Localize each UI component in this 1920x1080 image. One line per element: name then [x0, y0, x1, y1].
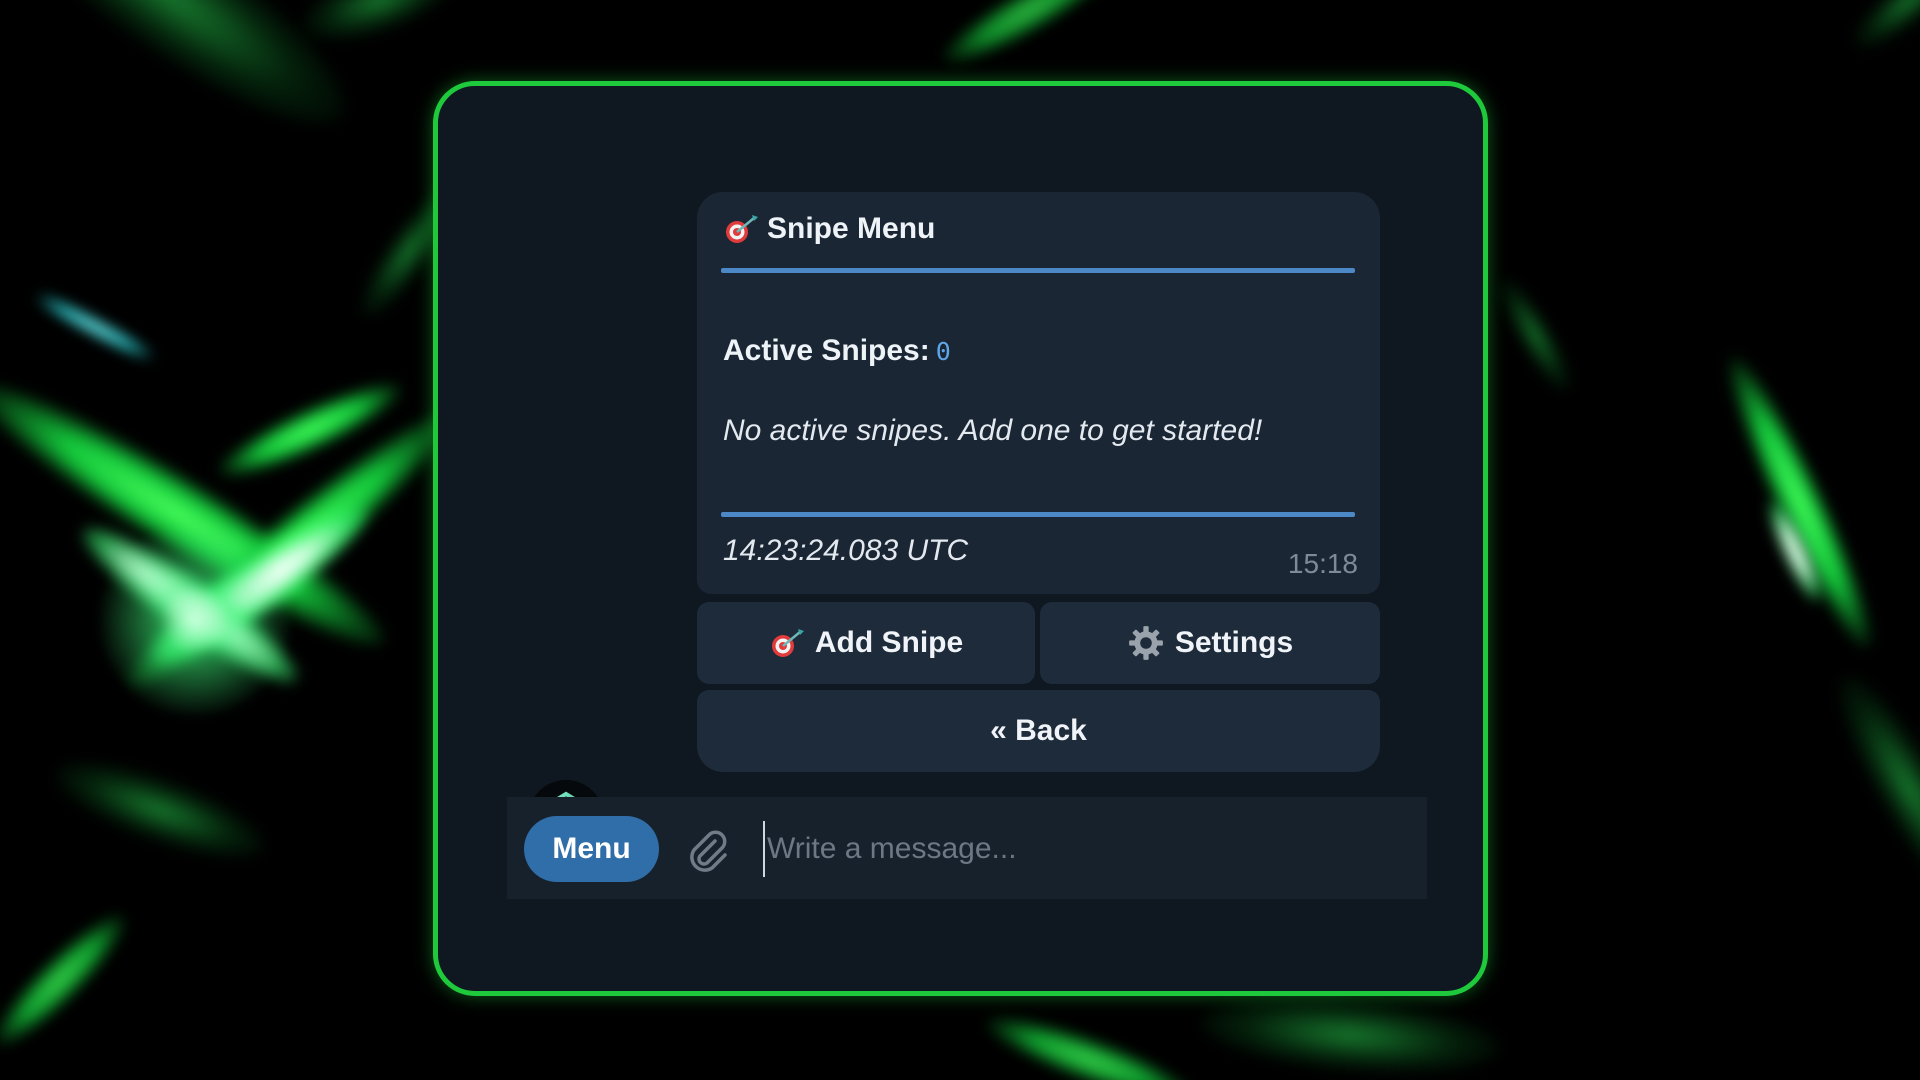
message-title: Snipe Menu: [723, 212, 935, 246]
bg-streak: [1843, 0, 1920, 61]
empty-state-note: No active snipes. Add one to get started…: [723, 414, 1263, 447]
active-snipes-count: 0: [935, 337, 951, 366]
message-bubble: Snipe Menu Active Snipes: 0 No active sni…: [697, 192, 1380, 594]
add-snipe-label: Add Snipe: [814, 626, 964, 659]
back-button[interactable]: « Back: [697, 690, 1380, 772]
add-snipe-button[interactable]: Add Snipe: [697, 602, 1035, 684]
message-time: 15:18: [1287, 548, 1358, 579]
gear-icon: [1128, 626, 1163, 660]
bg-streak: [294, 0, 466, 56]
menu-button[interactable]: Menu: [524, 816, 659, 882]
utc-timestamp: 14:23:24.083 UTC: [723, 534, 969, 567]
divider-top: [721, 268, 1355, 273]
bg-streak: [34, 290, 156, 364]
bg-streak: [1489, 271, 1581, 399]
message-input[interactable]: [763, 821, 1403, 877]
paperclip-icon[interactable]: [682, 825, 732, 875]
bg-streak: [1711, 347, 1889, 658]
settings-button[interactable]: Settings: [1040, 602, 1380, 684]
bg-streak: [979, 1003, 1201, 1080]
active-snipes-line: Active Snipes: 0: [723, 334, 951, 368]
bg-streak: [933, 0, 1127, 78]
title-text: Snipe Menu: [767, 212, 936, 245]
active-snipes-label: Active Snipes:: [723, 334, 930, 367]
divider-bottom: [721, 512, 1355, 517]
chat-area: Snipe Menu Active Snipes: 0 No active sni…: [507, 192, 1427, 856]
bg-streak: [1819, 662, 1920, 918]
back-label: « Back: [990, 714, 1087, 747]
target-dart-icon: [771, 629, 804, 657]
bot-window: Snipe Menu Active Snipes: 0 No active sni…: [433, 81, 1488, 996]
settings-label: Settings: [1174, 626, 1294, 659]
bg-glow: [95, 520, 295, 720]
message-composer: Menu: [507, 797, 1427, 899]
target-dart-icon: [726, 215, 758, 243]
bg-streak: [46, 744, 274, 876]
bg-streak: [0, 902, 138, 1058]
bg-streak: [1197, 987, 1503, 1080]
